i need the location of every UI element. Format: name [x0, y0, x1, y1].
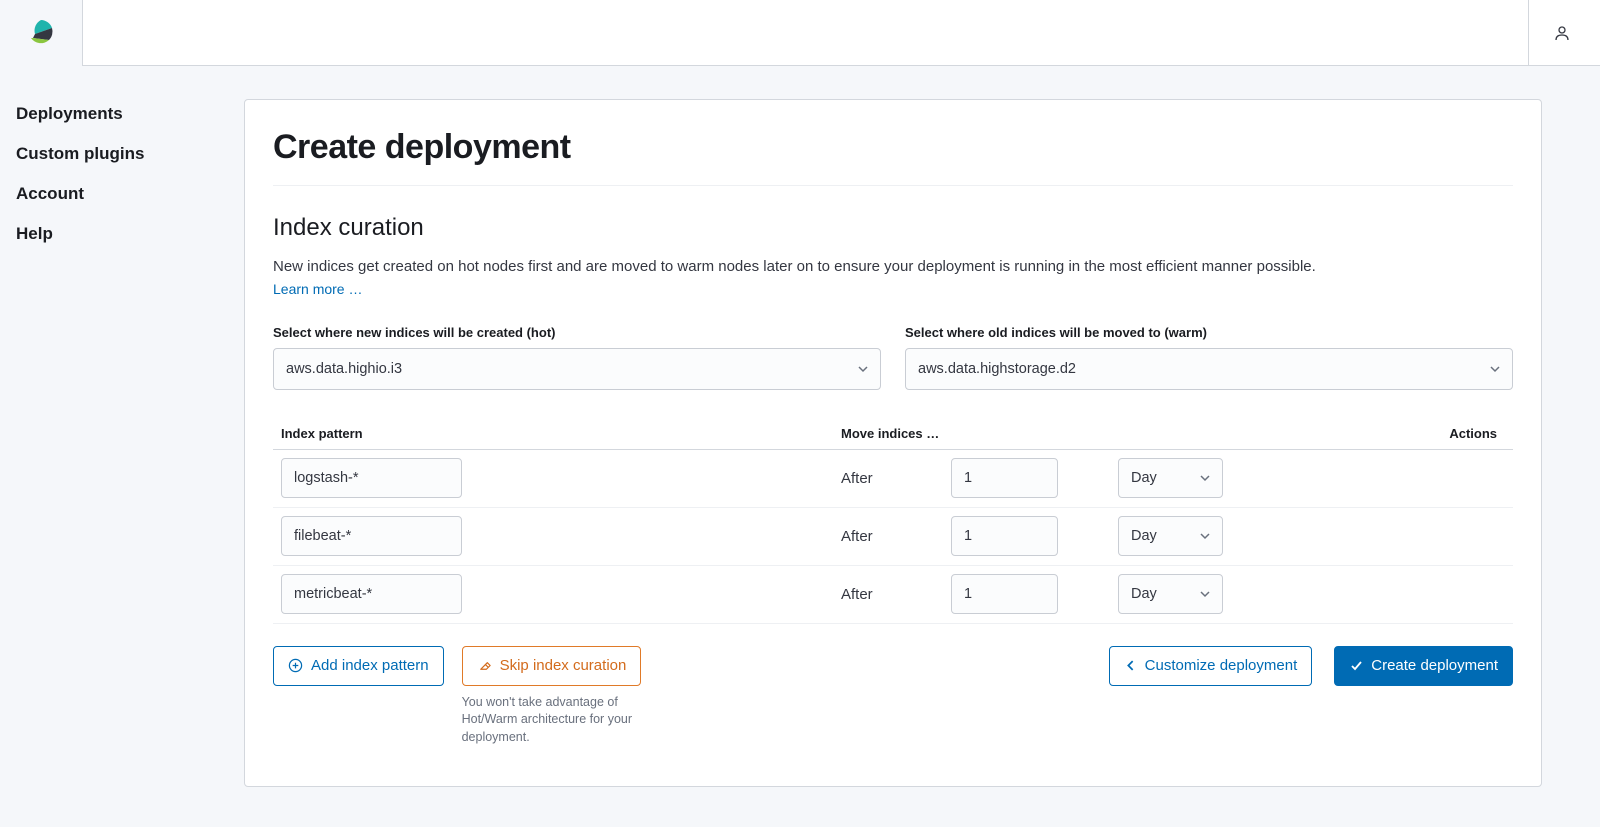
layout: Deployments Custom plugins Account Help … — [0, 66, 1600, 827]
section-title: Index curation — [273, 214, 1513, 242]
hot-node-select-wrap — [273, 348, 881, 390]
pattern-input[interactable] — [281, 574, 462, 614]
elastic-logo-icon — [27, 18, 55, 48]
section-description: New indices get created on hot nodes fir… — [273, 256, 1513, 279]
unit-select[interactable] — [1118, 516, 1223, 556]
page-title: Create deployment — [273, 128, 1513, 186]
top-bar — [0, 0, 1600, 66]
hot-node-select[interactable] — [273, 348, 881, 390]
after-label: After — [841, 528, 891, 545]
col-header-pattern: Index pattern — [281, 426, 841, 441]
hot-node-col: Select where new indices will be created… — [273, 325, 881, 390]
skip-action-col: Skip index curation You won't take advan… — [462, 646, 652, 747]
plus-circle-icon — [288, 658, 303, 673]
skip-help-text: You won't take advantage of Hot/Warm arc… — [462, 694, 652, 747]
eraser-icon — [477, 658, 492, 673]
warm-node-label: Select where old indices will be moved t… — [905, 325, 1513, 340]
chevron-left-icon — [1124, 659, 1137, 672]
user-icon — [1554, 25, 1570, 41]
button-label: Customize deployment — [1145, 657, 1298, 674]
after-label: After — [841, 470, 891, 487]
customize-deployment-button[interactable]: Customize deployment — [1109, 646, 1313, 686]
col-header-actions: Actions — [1385, 426, 1505, 441]
sidebar-item-custom-plugins[interactable]: Custom plugins — [16, 134, 244, 174]
warm-node-select[interactable] — [905, 348, 1513, 390]
learn-more-link[interactable]: Learn more … — [273, 281, 362, 297]
check-icon — [1349, 659, 1363, 673]
after-label: After — [841, 586, 891, 603]
add-index-pattern-button[interactable]: Add index pattern — [273, 646, 444, 686]
top-bar-user[interactable] — [1528, 0, 1600, 66]
unit-select[interactable] — [1118, 574, 1223, 614]
unit-select[interactable] — [1118, 458, 1223, 498]
button-label: Skip index curation — [500, 657, 627, 674]
skip-index-curation-button[interactable]: Skip index curation — [462, 646, 642, 686]
sidebar-item-help[interactable]: Help — [16, 214, 244, 254]
sidebar-item-account[interactable]: Account — [16, 174, 244, 214]
table-row: After — [273, 508, 1513, 566]
node-select-row: Select where new indices will be created… — [273, 325, 1513, 390]
button-label: Create deployment — [1371, 657, 1498, 674]
sidebar-item-deployments[interactable]: Deployments — [16, 94, 244, 134]
main: Create deployment Index curation New ind… — [244, 66, 1600, 827]
duration-input[interactable] — [951, 516, 1058, 556]
index-pattern-table: Index pattern Move indices … Actions Aft… — [273, 418, 1513, 624]
hot-node-label: Select where new indices will be created… — [273, 325, 881, 340]
warm-node-col: Select where old indices will be moved t… — [905, 325, 1513, 390]
duration-input[interactable] — [951, 574, 1058, 614]
table-header: Index pattern Move indices … Actions — [273, 418, 1513, 450]
pattern-input[interactable] — [281, 458, 462, 498]
warm-node-select-wrap — [905, 348, 1513, 390]
col-header-move: Move indices … — [841, 426, 1385, 441]
sidebar: Deployments Custom plugins Account Help — [0, 66, 244, 827]
actions-bar: Add index pattern Skip index curation Yo… — [273, 646, 1513, 747]
duration-input[interactable] — [951, 458, 1058, 498]
pattern-input[interactable] — [281, 516, 462, 556]
table-row: After — [273, 566, 1513, 624]
card: Create deployment Index curation New ind… — [244, 99, 1542, 787]
button-label: Add index pattern — [311, 657, 429, 674]
logo[interactable] — [0, 0, 83, 66]
create-deployment-button[interactable]: Create deployment — [1334, 646, 1513, 686]
actions-right: Customize deployment Create deployment — [1109, 646, 1513, 686]
table-row: After — [273, 450, 1513, 508]
